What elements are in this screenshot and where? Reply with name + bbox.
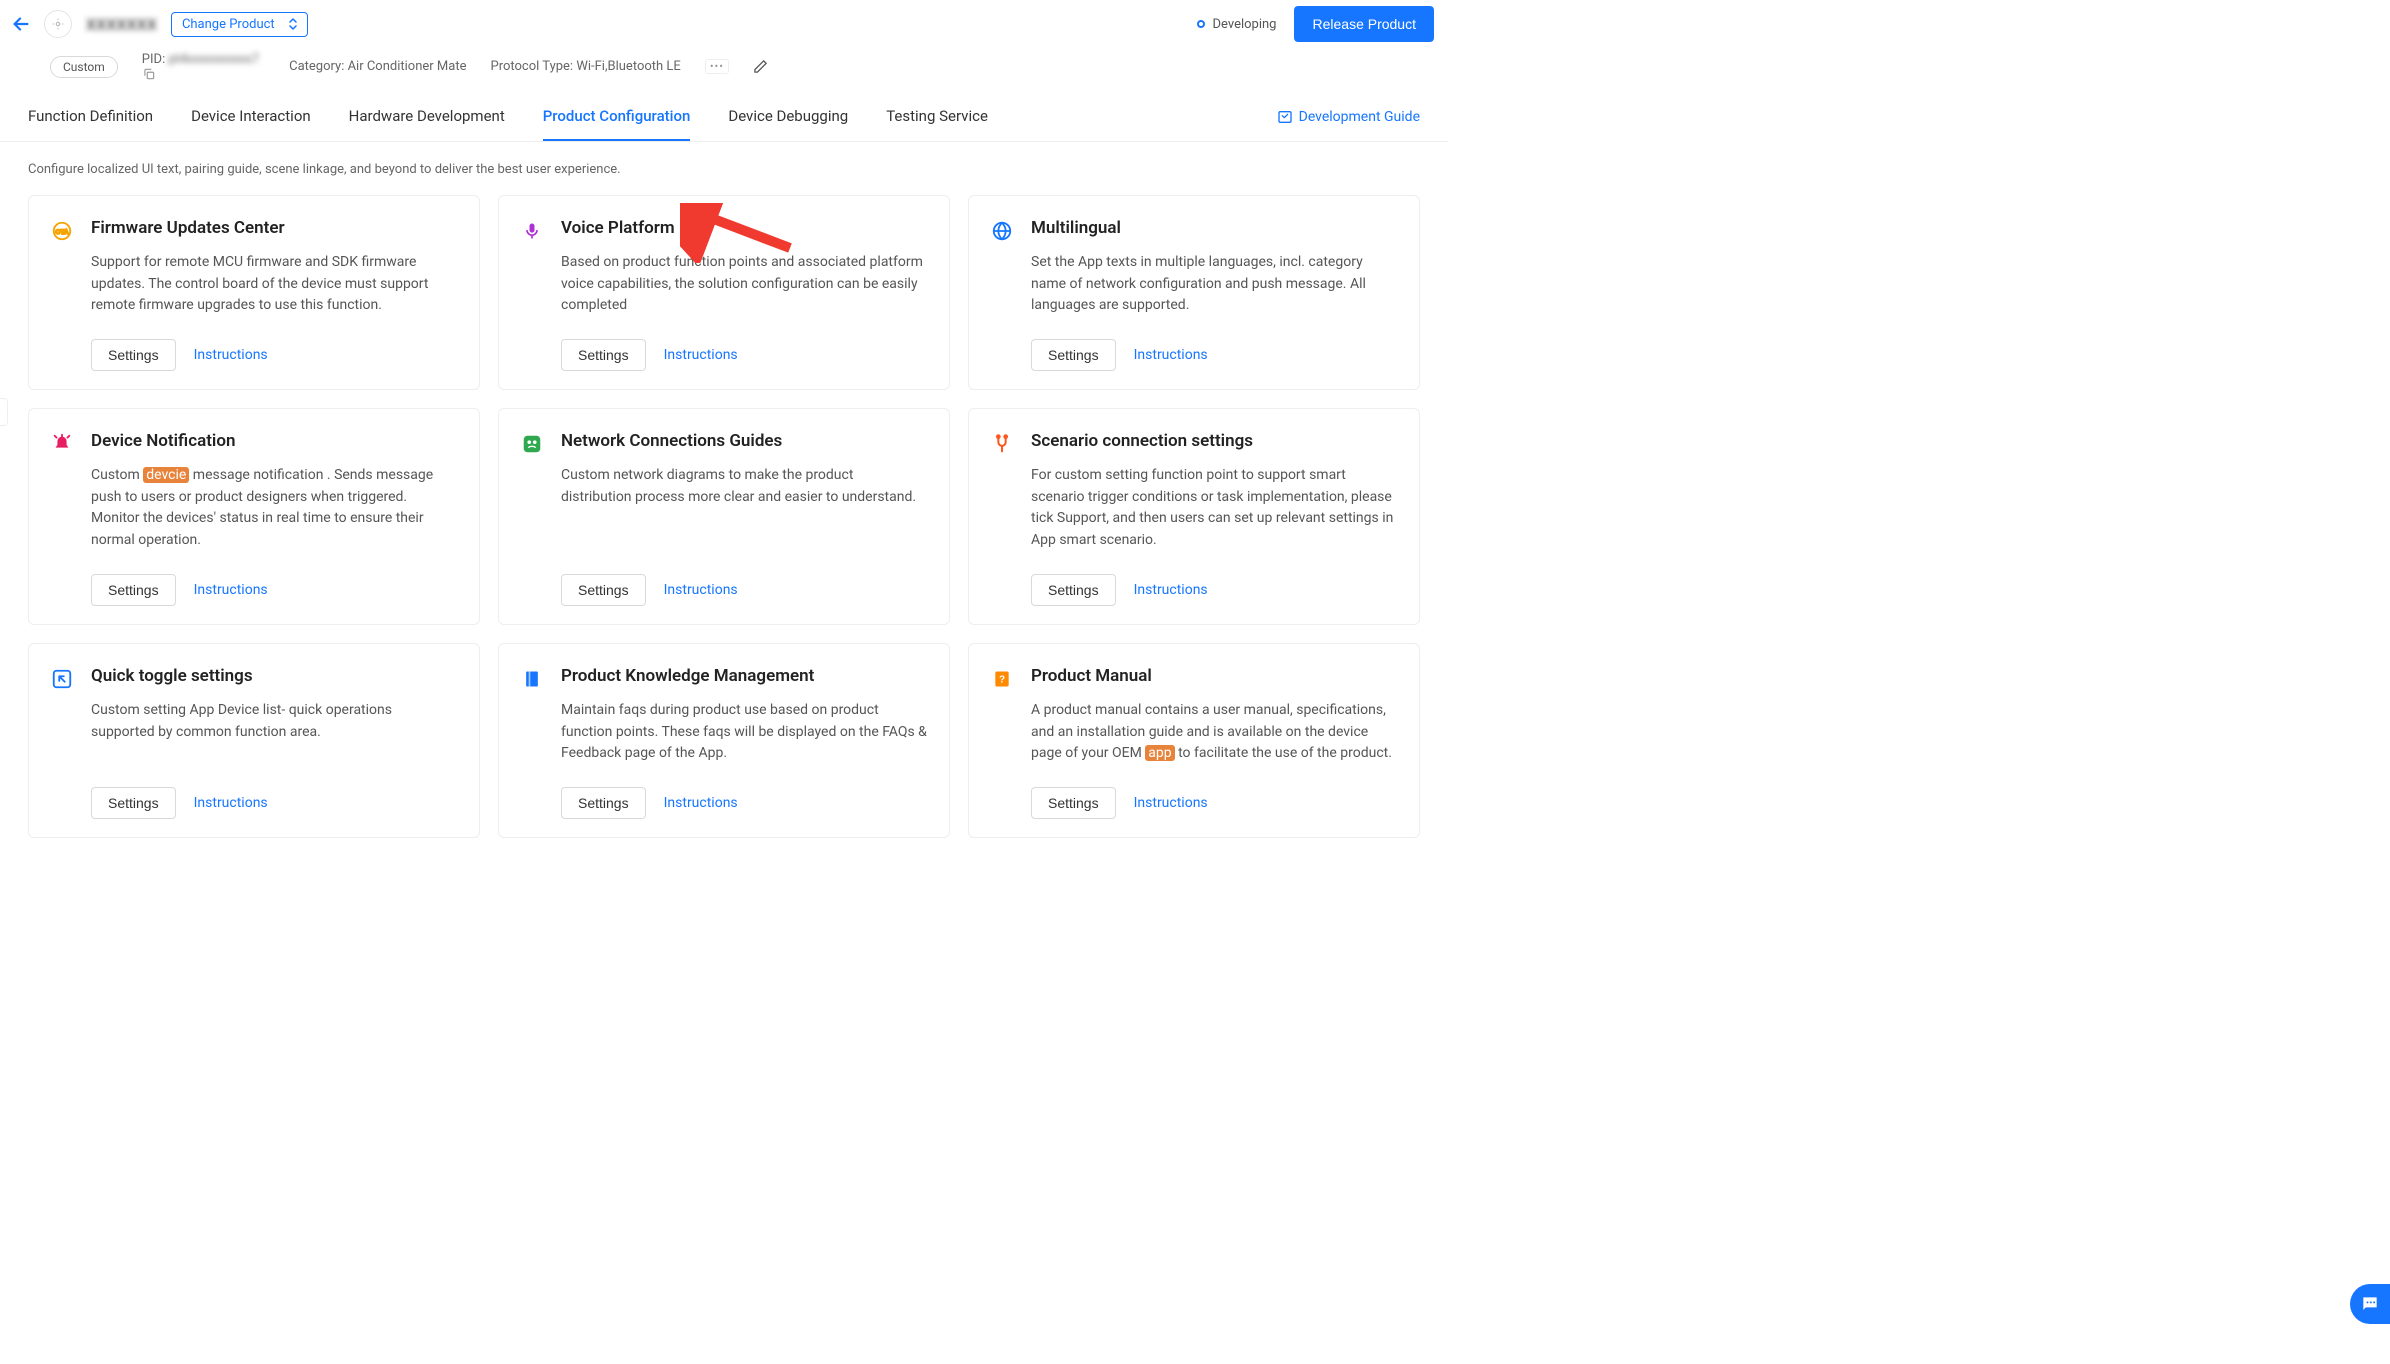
toggle-icon [51, 668, 73, 690]
config-cards-grid: OTA Firmware Updates Center Support for re… [0, 187, 1448, 858]
card-description: Maintain faqs during product use based o… [561, 700, 927, 765]
instructions-link[interactable]: Instructions [194, 582, 268, 598]
release-product-button[interactable]: Release Product [1294, 6, 1434, 42]
instructions-link[interactable]: Instructions [664, 795, 738, 811]
card-description: Set the App texts in multiple languages,… [1031, 252, 1397, 317]
card-title: Scenario connection settings [1031, 431, 1397, 451]
tab-product-configuration[interactable]: Product Configuration [543, 93, 691, 141]
back-arrow-icon[interactable] [10, 13, 38, 35]
instructions-link[interactable]: Instructions [194, 795, 268, 811]
dev-guide-label: Development Guide [1299, 109, 1420, 125]
card-description: Custom network diagrams to make the prod… [561, 465, 927, 552]
config-card: Device Notification Custom devcie message… [28, 408, 480, 625]
pid-field: PID: pt4xxxxxxxxxx7 [142, 52, 265, 81]
settings-button[interactable]: Settings [561, 574, 646, 606]
settings-button[interactable]: Settings [561, 787, 646, 819]
bell-icon [51, 433, 73, 455]
instructions-link[interactable]: Instructions [1134, 795, 1208, 811]
card-title: Product Knowledge Management [561, 666, 927, 686]
card-title: Product Manual [1031, 666, 1397, 686]
development-guide-link[interactable]: Development Guide [1277, 109, 1420, 125]
settings-button[interactable]: Settings [91, 787, 176, 819]
category-field: Category: Air Conditioner Mate [289, 59, 466, 74]
instructions-link[interactable]: Instructions [1134, 582, 1208, 598]
copy-icon[interactable] [142, 67, 265, 81]
header-bar: XXXXXXX Change Product Developing Releas… [0, 0, 1448, 48]
product-logo [44, 10, 72, 38]
card-description: A product manual contains a user manual,… [1031, 700, 1397, 765]
tab-function-definition[interactable]: Function Definition [28, 93, 153, 141]
manual-icon: ? [991, 668, 1013, 690]
page-description: Configure localized UI text, pairing gui… [0, 142, 1448, 187]
tabs-bar: Function Definition Device Interaction Har… [0, 93, 1448, 142]
settings-button[interactable]: Settings [561, 339, 646, 371]
side-drawer-handle[interactable] [0, 398, 8, 426]
guide-icon [1277, 109, 1293, 125]
product-name: XXXXXXX [86, 15, 157, 34]
card-description: Based on product function points and ass… [561, 252, 927, 317]
instructions-link[interactable]: Instructions [194, 347, 268, 363]
config-card: Scenario connection settings For custom s… [968, 408, 1420, 625]
tab-device-interaction[interactable]: Device Interaction [191, 93, 311, 141]
config-card: OTA Firmware Updates Center Support for re… [28, 195, 480, 390]
status-dot-icon [1197, 20, 1205, 28]
globe-icon [991, 220, 1013, 242]
tab-testing-service[interactable]: Testing Service [886, 93, 988, 141]
card-title: Quick toggle settings [91, 666, 457, 686]
card-title: Firmware Updates Center [91, 218, 457, 238]
status-label: Developing [1213, 17, 1277, 32]
product-meta-bar: Custom PID: pt4xxxxxxxxxx7 Category: Air… [0, 48, 1448, 93]
settings-button[interactable]: Settings [91, 574, 176, 606]
card-description: Custom devcie message notification . Sen… [91, 465, 457, 552]
instructions-link[interactable]: Instructions [1134, 347, 1208, 363]
settings-button[interactable]: Settings [1031, 339, 1116, 371]
card-title: Network Connections Guides [561, 431, 927, 451]
more-icon[interactable]: ••• [705, 59, 729, 74]
tabs-list: Function Definition Device Interaction Har… [28, 93, 988, 141]
mic-icon [521, 220, 543, 242]
config-card: Quick toggle settings Custom setting App … [28, 643, 480, 838]
change-product-label: Change Product [182, 17, 275, 32]
svg-text:OTA: OTA [55, 229, 68, 236]
protocol-field: Protocol Type: Wi-Fi,Bluetooth LE [491, 59, 681, 74]
config-card: ? Product Manual A product manual contains… [968, 643, 1420, 838]
custom-badge: Custom [50, 56, 118, 78]
ota-icon: OTA [51, 220, 73, 242]
book-icon [521, 668, 543, 690]
scenario-icon [991, 433, 1013, 455]
tab-device-debugging[interactable]: Device Debugging [728, 93, 848, 141]
status-indicator: Developing [1197, 17, 1277, 32]
chat-support-button[interactable] [2350, 1284, 2390, 1324]
config-card: Voice Platform Based on product function … [498, 195, 950, 390]
card-title: Device Notification [91, 431, 457, 451]
instructions-link[interactable]: Instructions [664, 347, 738, 363]
card-description: Support for remote MCU firmware and SDK … [91, 252, 457, 317]
settings-button[interactable]: Settings [1031, 574, 1116, 606]
config-card: Network Connections Guides Custom network… [498, 408, 950, 625]
instructions-link[interactable]: Instructions [664, 582, 738, 598]
card-description: Custom setting App Device list- quick op… [91, 700, 457, 765]
tab-hardware-development[interactable]: Hardware Development [349, 93, 505, 141]
network-icon [521, 433, 543, 455]
settings-button[interactable]: Settings [1031, 787, 1116, 819]
change-product-button[interactable]: Change Product [171, 12, 308, 37]
card-title: Multilingual [1031, 218, 1397, 238]
config-card: Multilingual Set the App texts in multipl… [968, 195, 1420, 390]
settings-button[interactable]: Settings [91, 339, 176, 371]
chevron-updown-icon [289, 17, 297, 31]
card-description: For custom setting function point to sup… [1031, 465, 1397, 552]
svg-text:?: ? [999, 674, 1005, 685]
edit-icon[interactable] [753, 59, 768, 74]
config-card: Product Knowledge Management Maintain faq… [498, 643, 950, 838]
card-title: Voice Platform [561, 218, 927, 238]
